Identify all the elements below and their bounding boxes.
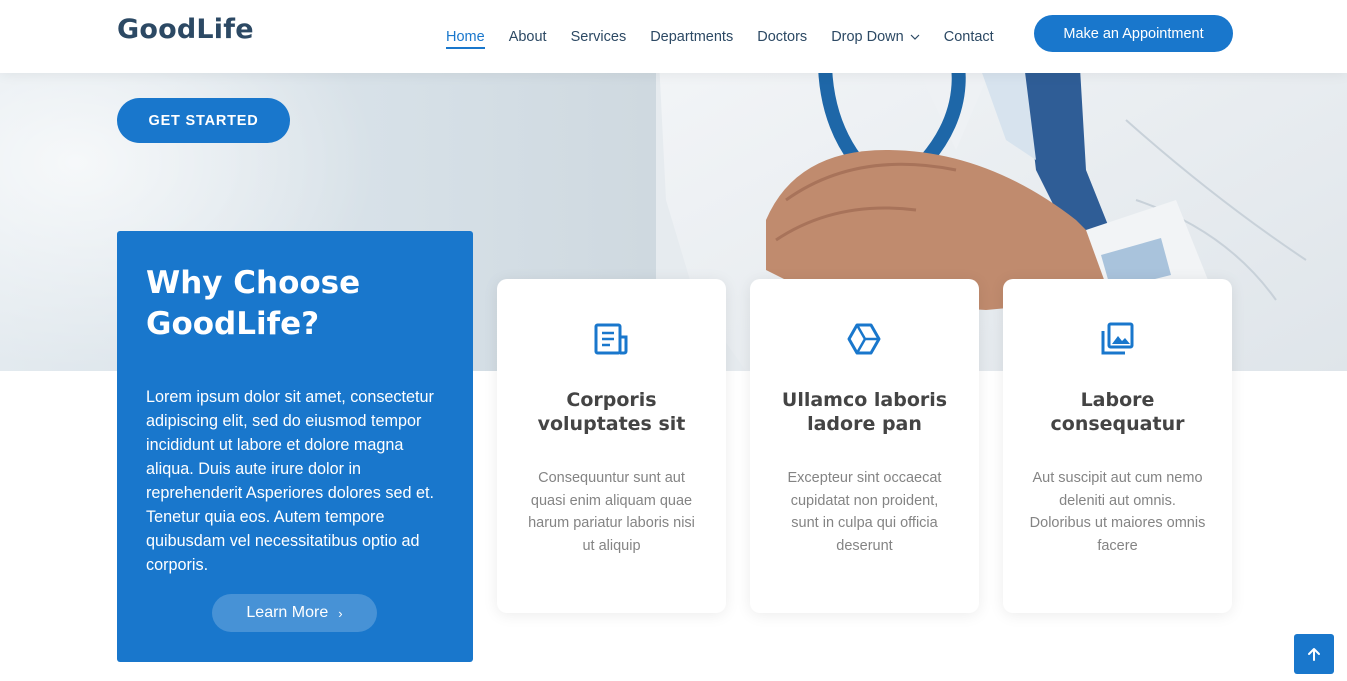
- learn-more-label: Learn More: [246, 604, 329, 621]
- nav-home-label: Home: [446, 28, 485, 45]
- feature-card-2: Ullamco laboris ladore pan Excepteur sin…: [750, 279, 979, 613]
- nav-departments-label: Departments: [650, 28, 734, 45]
- card-text: Excepteur sint occaecat cupidatat non pr…: [787, 470, 942, 555]
- feature-card-3: Labore consequatur Aut suscipit aut cum …: [1003, 279, 1232, 613]
- feature-card-1: Corporis voluptates sit Consequuntur sun…: [497, 279, 726, 613]
- nav-dropdown[interactable]: Drop Down: [831, 0, 920, 73]
- make-appointment-button[interactable]: Make an Appointment: [1034, 15, 1233, 52]
- document-icon: [594, 323, 628, 355]
- nav-dropdown-label: Drop Down: [831, 28, 904, 45]
- nav-home[interactable]: Home: [446, 0, 485, 73]
- nav-services[interactable]: Services: [571, 0, 627, 73]
- get-started-button[interactable]: GET STARTED: [117, 98, 290, 143]
- card-title: Ullamco laboris ladore pan: [781, 389, 948, 435]
- images-icon: [1101, 322, 1134, 355]
- learn-more-button[interactable]: Learn More ›: [212, 594, 377, 632]
- nav-contact-label: Contact: [943, 28, 994, 45]
- nav-services-label: Services: [570, 28, 627, 45]
- site-header: GoodLife Home About Services Departments…: [0, 0, 1347, 73]
- back-to-top-button[interactable]: [1294, 634, 1334, 674]
- main-nav: Home About Services Departments Doctors …: [446, 0, 1018, 73]
- cube-icon: [847, 323, 881, 355]
- why-choose-box: Why Choose GoodLife? Lorem ipsum dolor s…: [117, 231, 473, 662]
- nav-about[interactable]: About: [509, 0, 547, 73]
- card-text: Consequuntur sunt aut quasi enim aliquam…: [528, 470, 695, 555]
- chevron-down-icon: [910, 34, 920, 40]
- arrow-up-icon: [1308, 648, 1320, 661]
- site-logo[interactable]: GoodLife: [117, 14, 254, 45]
- nav-contact[interactable]: Contact: [944, 0, 994, 73]
- nav-about-label: About: [508, 28, 547, 45]
- card-text: Aut suscipit aut cum nemo deleniti aut o…: [1029, 470, 1206, 555]
- why-title: Why Choose GoodLife?: [146, 265, 361, 342]
- why-text: Lorem ipsum dolor sit amet, consectetur …: [146, 388, 434, 574]
- card-title: Corporis voluptates sit: [537, 389, 686, 435]
- nav-doctors[interactable]: Doctors: [757, 0, 807, 73]
- chevron-right-icon: ›: [338, 605, 343, 621]
- nav-departments[interactable]: Departments: [650, 0, 733, 73]
- card-title: Labore consequatur: [1050, 389, 1185, 435]
- nav-doctors-label: Doctors: [757, 28, 808, 45]
